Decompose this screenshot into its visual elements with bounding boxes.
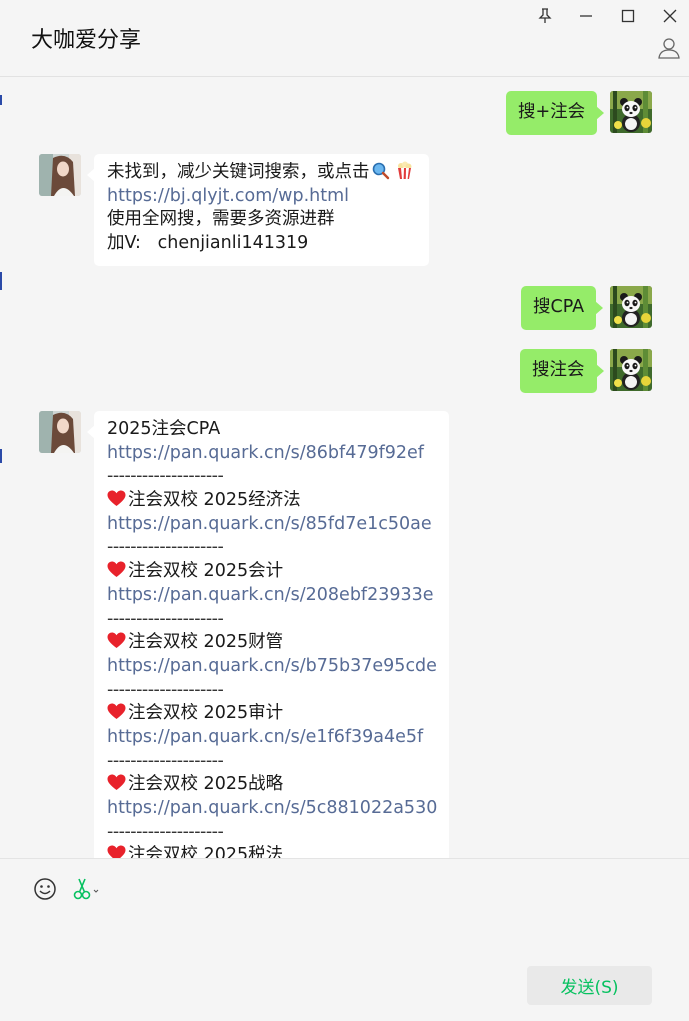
maximize-icon[interactable] — [615, 4, 641, 28]
message-separator: -------------------- — [107, 608, 224, 629]
resource-link[interactable]: https://pan.quark.cn/s/208ebf23933e — [107, 584, 436, 608]
message-bubble-incoming[interactable]: 2025注会CPA https://pan.quark.cn/s/86bf479… — [87, 411, 449, 858]
heart-icon — [107, 490, 126, 507]
resource-title: 注会双校 2025会计 — [107, 560, 436, 584]
title-bar: 大咖爱分享 — [0, 0, 689, 77]
resource-label: 注会双校 2025税法 — [128, 845, 284, 858]
message-text: 2025注会CPA — [107, 419, 221, 439]
resource-label: 注会双校 2025会计 — [128, 561, 284, 582]
resource-title: 注会双校 2025经济法 — [107, 489, 436, 513]
message-text: 使用全网搜，需要多资源进群 — [107, 209, 335, 230]
message-separator: -------------------- — [107, 821, 224, 842]
resource-link[interactable]: https://pan.quark.cn/s/85fd7e1c50ae — [107, 513, 436, 537]
message-separator: -------------------- — [107, 537, 224, 558]
message-text: 搜+注会 — [518, 102, 586, 123]
message-separator: -------------------- — [107, 466, 224, 487]
message-bubble-outgoing[interactable]: 搜+注会 — [506, 91, 605, 135]
avatar-self[interactable] — [610, 349, 652, 391]
resource-label: 注会双校 2025财管 — [128, 632, 284, 653]
heart-icon — [107, 703, 126, 720]
avatar-contact[interactable] — [39, 411, 81, 453]
pin-icon[interactable] — [532, 4, 558, 28]
heart-icon — [107, 845, 126, 858]
scissors-icon[interactable] — [72, 876, 100, 902]
resource-title: 注会双校 2025战略 — [107, 773, 436, 797]
resource-title: 注会双校 2025税法 — [107, 844, 436, 858]
message-link[interactable]: https://bj.qlyjt.com/wp.html — [107, 185, 416, 209]
message-separator: -------------------- — [107, 679, 224, 700]
resource-link[interactable]: https://pan.quark.cn/s/b75b37e95cde — [107, 655, 437, 679]
message-bubble-outgoing[interactable]: 搜CPA — [521, 286, 604, 330]
close-icon[interactable] — [657, 4, 683, 28]
message-text: 搜CPA — [533, 297, 585, 318]
resource-label: 注会双校 2025审计 — [128, 703, 284, 724]
heart-icon — [107, 561, 126, 578]
message-line: 未找到，减少关键词搜索，或点击 — [107, 161, 416, 185]
chat-title: 大咖爱分享 — [31, 28, 142, 53]
resource-link[interactable]: https://pan.quark.cn/s/e1f6f39a4e5f — [107, 726, 436, 750]
resource-title: 注会双校 2025财管 — [107, 631, 436, 655]
message-link[interactable]: https://pan.quark.cn/s/86bf479f92ef — [107, 442, 436, 466]
message-text: 搜注会 — [532, 360, 585, 381]
send-button[interactable]: 发送(S) — [527, 966, 652, 1005]
chat-area[interactable]: 搜+注会 未找到，减少关键词搜索，或点击 https://bj.qlyjt.co… — [0, 77, 689, 858]
heart-icon — [107, 774, 126, 791]
avatar-self[interactable] — [610, 286, 652, 328]
message-input-area[interactable]: 发送(S) — [0, 858, 689, 1021]
heart-icon — [107, 632, 126, 649]
avatar-contact[interactable] — [39, 154, 81, 196]
resource-title: 注会双校 2025审计 — [107, 702, 436, 726]
message-text: 未找到，减少关键词搜索，或点击 — [107, 162, 370, 182]
message-bubble-incoming[interactable]: 未找到，减少关键词搜索，或点击 https://bj.qlyjt.com/wp.… — [87, 154, 429, 266]
message-bubble-outgoing[interactable]: 搜注会 — [520, 349, 603, 393]
avatar-self[interactable] — [610, 91, 652, 133]
message-separator: -------------------- — [107, 750, 224, 771]
resource-label: 注会双校 2025经济法 — [128, 490, 301, 511]
message-text: 加V: chenjianli141319 — [107, 233, 309, 254]
emoji-icon[interactable] — [32, 876, 58, 902]
popcorn-icon — [396, 161, 413, 180]
resource-link[interactable]: https://pan.quark.cn/s/5c881022a530 — [107, 797, 437, 821]
magnifier-icon — [371, 161, 390, 180]
minimize-icon[interactable] — [573, 4, 599, 28]
contact-icon[interactable] — [657, 36, 681, 60]
resource-label: 注会双校 2025战略 — [128, 774, 284, 795]
resource-list: 注会双校 2025经济法 https://pan.quark.cn/s/85fd7… — [107, 489, 437, 858]
